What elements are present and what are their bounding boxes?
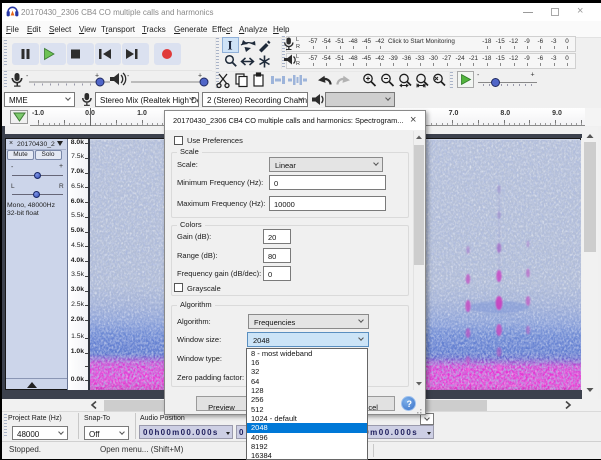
svg-text:-: - [26,73,29,80]
svg-text:-: - [477,72,480,79]
svg-text:-: - [127,73,130,80]
svg-text:+: + [530,72,534,79]
svg-text:I: I [227,37,232,52]
